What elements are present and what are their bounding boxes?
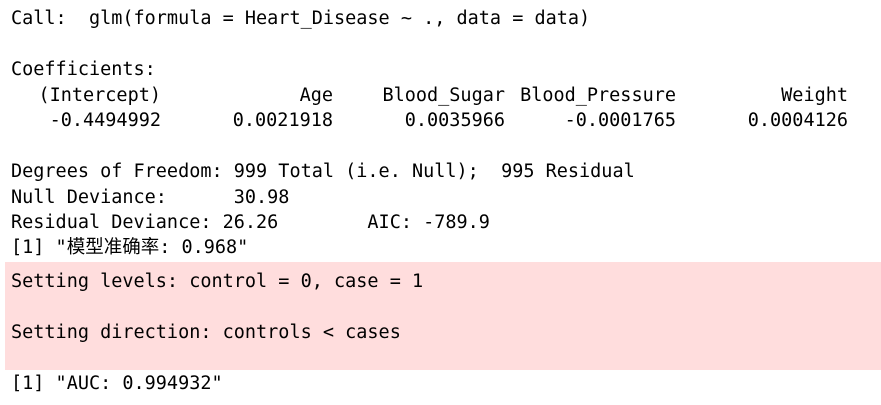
coef-header-age: Age [299,85,333,106]
message-block: Setting levels: control = 0, case = 1 Se… [5,262,881,370]
glm-call-line: Call: glm(formula = Heart_Disease ~ ., d… [11,8,591,29]
coef-header-weight: Weight [781,85,848,106]
coef-value-blood-pressure: -0.0001765 [564,110,676,131]
accuracy-output-line: [1] "模型准确率: 0.968" [11,237,249,258]
coef-value-age: 0.0021918 [232,110,333,131]
coef-header-intercept: (Intercept) [38,85,161,106]
auc-output-line: [1] "AUC: 0.994932" [11,373,223,394]
residual-deviance-line: Residual Deviance: 26.26 AIC: -789.9 [11,212,490,233]
null-deviance-line: Null Deviance: 30.98 [11,187,290,208]
coefficients-label: Coefficients: [11,59,156,80]
coef-value-blood-sugar: 0.0035966 [404,110,505,131]
degrees-of-freedom-line: Degrees of Freedom: 999 Total (i.e. Null… [11,161,635,182]
coef-value-weight: 0.0004126 [747,110,848,131]
setting-levels-message: Setting levels: control = 0, case = 1 [11,271,424,292]
setting-direction-message: Setting direction: controls < cases [11,322,401,343]
coef-value-intercept: -0.4494992 [49,110,161,131]
r-console-output[interactable]: Call: glm(formula = Heart_Disease ~ ., d… [0,0,881,405]
coef-header-blood-pressure: Blood_Pressure [520,85,676,106]
coef-header-blood-sugar: Blood_Sugar [382,85,505,106]
